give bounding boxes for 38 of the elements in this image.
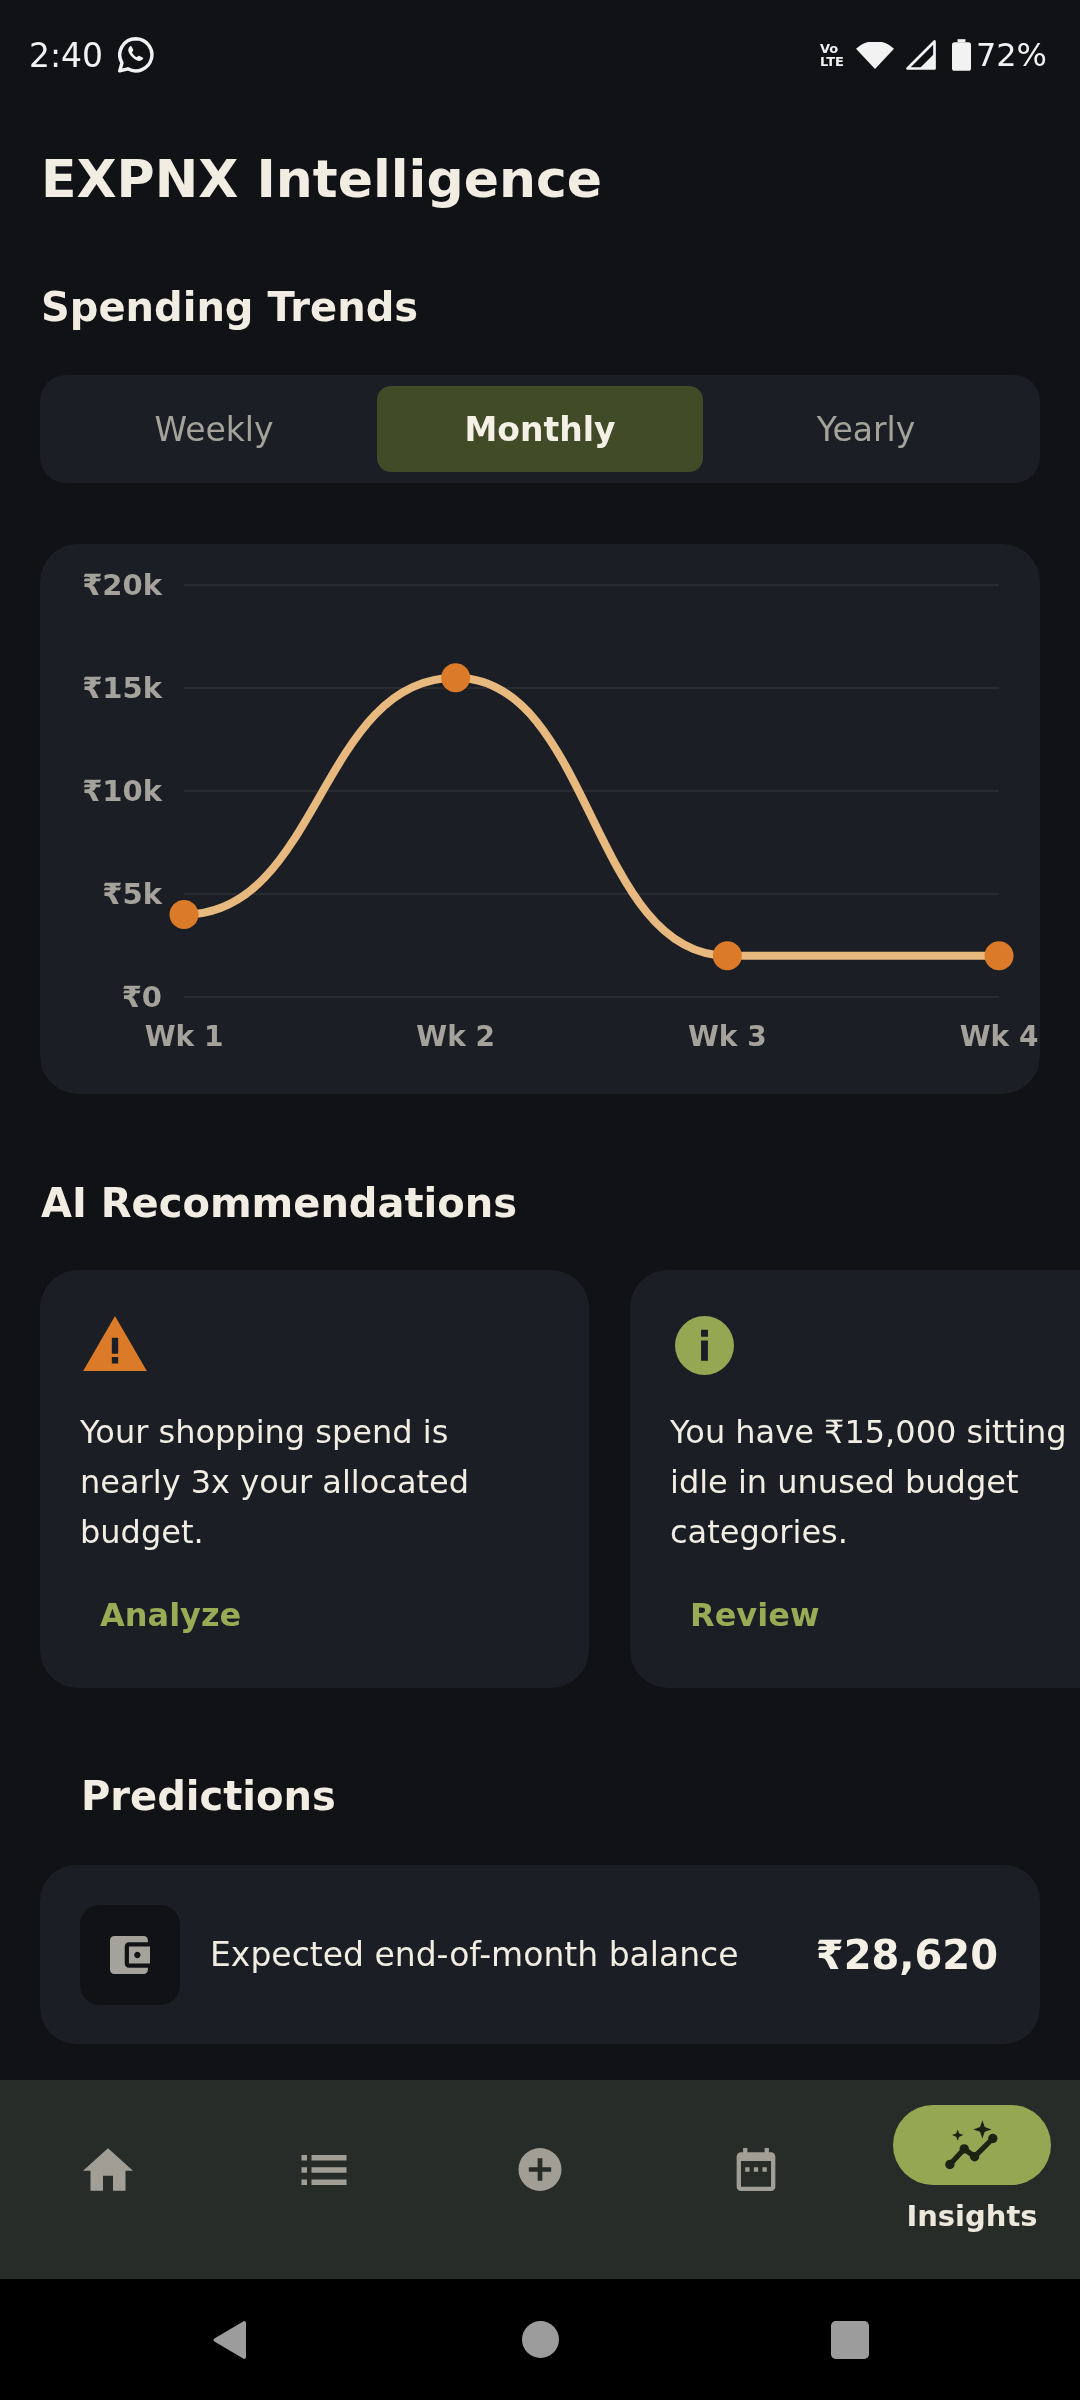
prediction-label: Expected end-of-month balance xyxy=(210,1935,740,1974)
recents-icon xyxy=(831,2320,869,2359)
recommendation-text: You have ₹15,000 sitting idle in unused budget categories. xyxy=(670,1412,1068,1553)
back-icon xyxy=(212,2319,248,2360)
wifi-icon xyxy=(855,41,894,69)
y-axis-label: ₹10k xyxy=(82,774,162,808)
chat-phone-icon xyxy=(118,37,155,73)
section-heading: AI Recommendations xyxy=(41,1179,519,1228)
battery-icon xyxy=(951,39,971,71)
status-time: 2:40 xyxy=(29,35,104,75)
prediction-amount: ₹28,620 xyxy=(815,1931,998,1978)
action-link[interactable]: Review xyxy=(670,1585,840,1645)
battery-percent: 72% xyxy=(975,36,1047,74)
period-tab[interactable]: Yearly xyxy=(703,386,1029,472)
y-axis-label: ₹20k xyxy=(82,568,162,602)
warning-icon xyxy=(83,1316,147,1371)
nav-tab[interactable]: Insights xyxy=(864,2080,1080,2259)
y-axis-label: ₹15k xyxy=(82,671,162,705)
recommendation-text: Your shopping spend is nearly 3x your allocated budget. xyxy=(80,1412,471,1553)
period-tab[interactable]: Monthly xyxy=(377,386,703,472)
y-axis-label: ₹5k xyxy=(102,877,162,911)
home-icon xyxy=(83,2148,133,2191)
wallet-icon xyxy=(80,1904,180,2005)
x-axis-label: Wk 4 xyxy=(959,1020,1039,1053)
period-tab[interactable]: Weekly xyxy=(51,386,377,472)
info-icon xyxy=(675,1316,734,1375)
page-title: EXPNX Intelligence xyxy=(41,148,603,211)
list-icon xyxy=(301,2154,347,2185)
section-heading: Predictions xyxy=(81,1772,337,1821)
y-axis-label: ₹0 xyxy=(121,980,162,1014)
x-axis-label: Wk 1 xyxy=(144,1020,224,1053)
action-link[interactable]: Analyze xyxy=(80,1585,262,1645)
home-circle-icon xyxy=(521,2321,559,2358)
signal-icon xyxy=(905,40,936,70)
section-heading: Spending Trends xyxy=(41,283,420,332)
x-axis-label: Wk 3 xyxy=(687,1020,767,1053)
x-axis-label: Wk 2 xyxy=(416,1020,496,1053)
volte-indicator: Vo LTE xyxy=(820,42,844,68)
